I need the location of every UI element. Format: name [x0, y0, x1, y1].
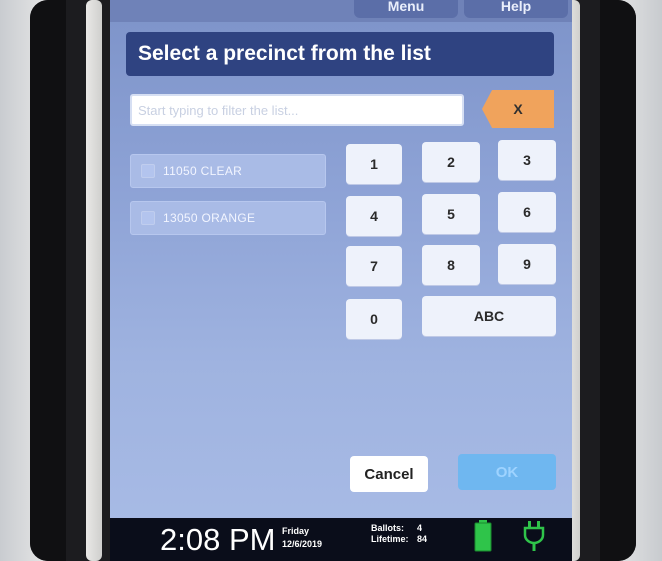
keypad-key-7[interactable]: 7	[346, 246, 402, 286]
day-label: Friday	[282, 526, 310, 536]
help-button[interactable]: Help	[464, 0, 568, 18]
keypad-key-3[interactable]: 3	[498, 140, 556, 180]
ballots-count: 4	[417, 523, 423, 533]
power-plug-icon	[523, 521, 545, 551]
ballots-label: Ballots:	[371, 523, 405, 533]
date-label: 12/6/2019	[282, 539, 323, 549]
keypad-key-4[interactable]: 4	[346, 196, 402, 236]
battery-icon	[474, 520, 492, 552]
keypad-key-6[interactable]: 6	[498, 192, 556, 232]
checkbox-icon	[141, 211, 155, 225]
keypad-key-2[interactable]: 2	[422, 142, 480, 182]
lifetime-label: Lifetime:	[371, 534, 409, 544]
keypad-key-5[interactable]: 5	[422, 194, 480, 234]
keypad-key-abc[interactable]: ABC	[422, 296, 556, 336]
keypad-key-1[interactable]: 1	[346, 144, 402, 184]
clock-time: 2:08 PM	[160, 522, 276, 557]
ok-button[interactable]: OK	[458, 454, 556, 490]
page-title: Select a precinct from the list	[138, 42, 431, 65]
menu-button[interactable]: Menu	[354, 0, 458, 18]
keypad-key-0[interactable]: 0	[346, 299, 402, 339]
precinct-item[interactable]: 11050 CLEAR	[130, 154, 326, 188]
precinct-item[interactable]: 13050 ORANGE	[130, 201, 326, 235]
touch-screen: Menu Help Select a precinct from the lis…	[110, 0, 572, 561]
precinct-label: 13050 ORANGE	[163, 211, 256, 225]
lifetime-count: 84	[417, 534, 428, 544]
menu-button-label: Menu	[387, 0, 425, 14]
keypad-key-8[interactable]: 8	[422, 245, 480, 285]
clear-filter-label: X	[513, 101, 523, 117]
help-button-label: Help	[500, 0, 532, 14]
checkbox-icon	[141, 164, 155, 178]
cancel-button-label: Cancel	[364, 465, 414, 483]
bezel-strip-left	[86, 0, 102, 561]
keypad-key-9[interactable]: 9	[498, 244, 556, 284]
filter-input[interactable]	[130, 94, 464, 126]
clear-filter-button[interactable]: X	[482, 90, 554, 128]
cancel-button[interactable]: Cancel	[350, 456, 428, 492]
ok-button-label: OK	[495, 463, 519, 481]
precinct-label: 11050 CLEAR	[163, 164, 243, 178]
bezel-right	[600, 0, 636, 561]
title-bar: Select a precinct from the list	[126, 32, 554, 76]
bezel-left	[30, 0, 66, 561]
